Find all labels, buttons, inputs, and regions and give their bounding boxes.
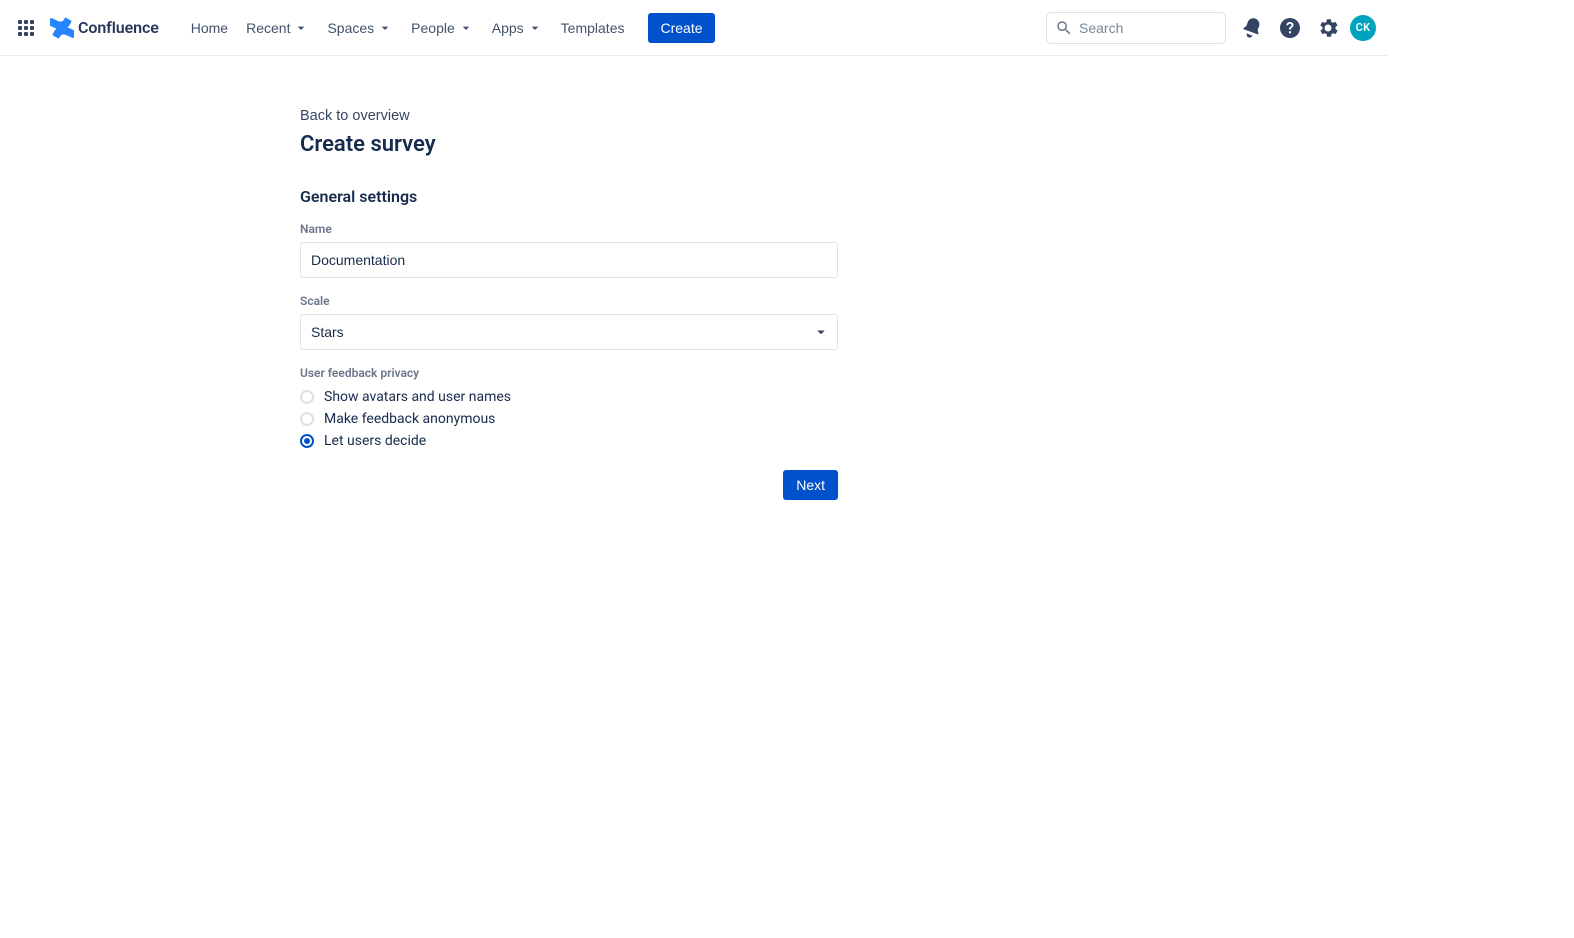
privacy-option-anonymous[interactable]: Make feedback anonymous bbox=[300, 408, 838, 430]
bell-icon bbox=[1240, 16, 1264, 40]
app-switcher-icon bbox=[14, 16, 38, 40]
radio-icon bbox=[300, 412, 314, 426]
top-nav: Confluence Home Recent Spaces People App… bbox=[0, 0, 1388, 56]
notifications-button[interactable] bbox=[1236, 12, 1268, 44]
chevron-down-icon bbox=[458, 20, 474, 36]
privacy-label: User feedback privacy bbox=[300, 366, 838, 380]
search-icon bbox=[1055, 19, 1073, 37]
confluence-logo-icon bbox=[50, 16, 74, 40]
scale-select[interactable]: Stars bbox=[300, 314, 838, 350]
radio-icon bbox=[300, 434, 314, 448]
radio-label: Let users decide bbox=[324, 433, 426, 449]
settings-button[interactable] bbox=[1312, 12, 1344, 44]
nav-apps[interactable]: Apps bbox=[484, 14, 551, 42]
search-input[interactable] bbox=[1073, 13, 1225, 43]
radio-label: Make feedback anonymous bbox=[324, 411, 495, 427]
help-icon bbox=[1278, 16, 1302, 40]
radio-icon bbox=[300, 390, 314, 404]
radio-label: Show avatars and user names bbox=[324, 389, 511, 405]
app-switcher-button[interactable] bbox=[10, 12, 42, 44]
nav-home[interactable]: Home bbox=[183, 14, 236, 42]
section-general-settings: General settings bbox=[300, 187, 838, 206]
confluence-logo-text: Confluence bbox=[78, 18, 159, 37]
next-button[interactable]: Next bbox=[783, 470, 838, 500]
privacy-option-show[interactable]: Show avatars and user names bbox=[300, 386, 838, 408]
confluence-logo[interactable]: Confluence bbox=[50, 16, 159, 40]
create-button[interactable]: Create bbox=[648, 13, 714, 43]
chevron-down-icon bbox=[293, 20, 309, 36]
nav-people[interactable]: People bbox=[403, 14, 482, 42]
privacy-option-let-users-decide[interactable]: Let users decide bbox=[300, 430, 838, 452]
help-button[interactable] bbox=[1274, 12, 1306, 44]
nav-recent[interactable]: Recent bbox=[238, 14, 317, 42]
survey-name-input[interactable] bbox=[300, 242, 838, 278]
gear-icon bbox=[1316, 16, 1340, 40]
chevron-down-icon bbox=[377, 20, 393, 36]
nav-templates[interactable]: Templates bbox=[553, 14, 633, 42]
user-avatar[interactable]: CK bbox=[1350, 15, 1376, 41]
chevron-down-icon bbox=[527, 20, 543, 36]
privacy-radio-group: Show avatars and user names Make feedbac… bbox=[300, 386, 838, 452]
scale-label: Scale bbox=[300, 294, 838, 308]
back-to-overview-link[interactable]: Back to overview bbox=[300, 108, 410, 124]
main-content: Back to overview Create survey General s… bbox=[0, 56, 1388, 822]
search-field[interactable] bbox=[1046, 12, 1226, 44]
name-label: Name bbox=[300, 222, 838, 236]
page-title: Create survey bbox=[300, 132, 838, 157]
nav-spaces[interactable]: Spaces bbox=[319, 14, 401, 42]
